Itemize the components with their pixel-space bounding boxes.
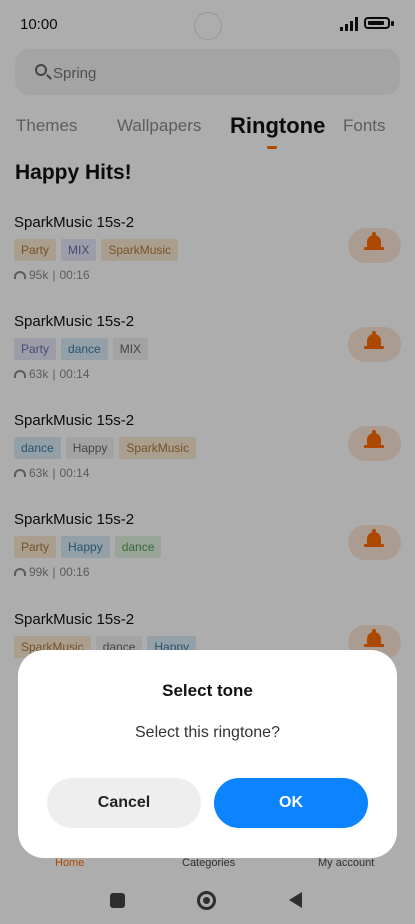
ok-button[interactable]: OK xyxy=(214,778,368,828)
dialog-message: Select this ringtone? xyxy=(135,724,280,741)
select-tone-dialog: Select tone Select this ringtone? Cancel… xyxy=(18,650,397,858)
ringtone-screen: 10:00 Spring Themes Wallpapers Ringtone … xyxy=(0,0,415,924)
cancel-button[interactable]: Cancel xyxy=(47,778,201,828)
dialog-title: Select tone xyxy=(162,681,253,700)
